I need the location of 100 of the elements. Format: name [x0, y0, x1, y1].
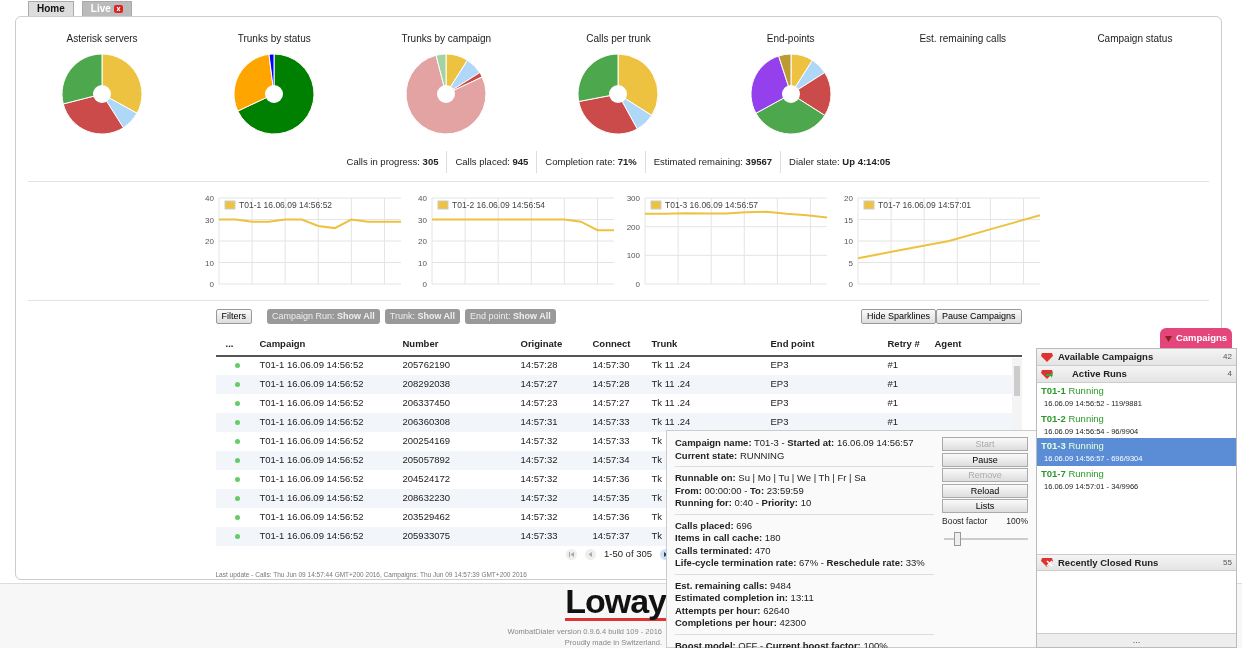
filters-button[interactable]: Filters — [215, 309, 252, 325]
section-header[interactable]: Available Campaigns 42 — [1037, 349, 1236, 366]
column-header[interactable]: Retry # — [887, 338, 920, 350]
table-cell: T01-1 16.06.09 14:56:52 — [259, 529, 364, 541]
table-cell: EP3 — [770, 396, 789, 408]
legend-label: T01-3 16.06.09 14:56:57 — [664, 200, 758, 211]
status-dot-icon — [235, 514, 240, 520]
axis-tick-label: 10 — [204, 258, 214, 268]
legend-label: T01-7 16.06.09 14:57:01 — [877, 200, 971, 211]
axis-tick-label: 0 — [209, 280, 214, 290]
stat-text: Calls in progress: 305 — [345, 155, 440, 169]
run-name: T01-2 Running — [1041, 411, 1105, 426]
column-header[interactable]: Campaign — [259, 338, 306, 350]
table-cell: 203529462 — [402, 510, 451, 522]
axis-tick-label: 20 — [843, 194, 853, 204]
campaign-action-button[interactable]: Pause — [942, 452, 1028, 467]
page-tab[interactable]: Home — [28, 1, 74, 16]
previous-page-icon[interactable] — [584, 549, 596, 560]
table-cell: 14:57:37 — [592, 529, 630, 541]
status-dot-icon — [235, 533, 240, 539]
chart-title: Calls per trunk — [586, 32, 651, 46]
chart-title: Trunks by campaign — [401, 32, 492, 46]
column-header[interactable]: ... — [225, 338, 234, 350]
count-label: 55 — [1223, 556, 1232, 569]
section-title: Active Runs — [1072, 366, 1127, 381]
axis-tick-label: 200 — [626, 222, 640, 232]
page-range: 1-50 of 305 — [603, 547, 653, 562]
table-cell: 205057892 — [402, 453, 451, 465]
table-cell: Tk — [651, 510, 663, 522]
section-header[interactable]: Active Runs 4 — [1037, 366, 1236, 383]
run-name: T01-1 Running — [1041, 384, 1105, 398]
table-cell: 14:57:34 — [592, 453, 630, 465]
section-header[interactable]: Recently Closed Runs 55 — [1037, 554, 1236, 572]
campaign-action-button[interactable]: Lists — [942, 499, 1028, 513]
run-name: T01-3 Running — [1041, 439, 1105, 453]
table-cell: Tk — [651, 472, 663, 484]
slider-thumb[interactable] — [954, 532, 962, 547]
table-cell: Tk 11 .24 — [651, 396, 691, 408]
stat-text: Completion rate: 71% — [536, 151, 645, 174]
column-header[interactable]: Trunk — [651, 338, 678, 350]
detail-text: Items in call cache: 180 — [675, 532, 782, 545]
column-header[interactable]: Connect — [592, 338, 631, 350]
table-cell: 14:57:32 — [520, 491, 558, 503]
table-cell: 14:57:32 — [520, 510, 558, 522]
table-cell: 14:57:28 — [592, 377, 630, 389]
column-header[interactable]: End point — [770, 338, 815, 350]
detail-text: Running for: 0:40 - Priority: 10 — [675, 497, 813, 510]
axis-tick-label: 10 — [417, 258, 427, 268]
chart-title: Est. remaining calls — [919, 32, 1007, 46]
detail-text: Boost model: OFF - Current boost factor: 100% — [675, 639, 889, 648]
table-cell: T01-1 16.06.09 14:56:52 — [259, 377, 364, 389]
legend-swatch — [650, 200, 661, 210]
action-button[interactable]: Hide Sparklines — [860, 309, 936, 325]
table-cell: EP3 — [770, 359, 789, 371]
axis-tick-label: 20 — [417, 237, 427, 247]
more-button[interactable]: ... — [1037, 632, 1236, 647]
table-cell: 14:57:35 — [592, 491, 630, 503]
status-dot-icon — [235, 400, 240, 406]
table-cell: 14:57:32 — [520, 472, 558, 484]
table-cell: T01-1 16.06.09 14:56:52 — [259, 415, 364, 427]
table-cell: 14:57:23 — [520, 396, 558, 408]
action-button[interactable]: Pause Campaigns — [935, 309, 1022, 325]
campaigns-tab[interactable]: Campaigns — [1160, 328, 1232, 349]
run-name: T01-7 Running — [1041, 466, 1105, 481]
table-cell: 204524172 — [402, 472, 451, 484]
status-dot-icon — [235, 438, 240, 444]
column-header[interactable]: Number — [402, 338, 439, 350]
stat-text: Dialer state: Up 4:14:05 — [780, 151, 899, 174]
axis-tick-label: 20 — [204, 237, 214, 247]
table-cell: #1 — [887, 396, 899, 408]
chart-title: Asterisk servers — [66, 32, 138, 46]
table-cell: #1 — [887, 359, 899, 371]
legend-swatch — [224, 200, 235, 210]
table-cell: T01-1 16.06.09 14:56:52 — [259, 472, 364, 484]
axis-tick-label: 300 — [626, 194, 640, 204]
status-dot-icon — [235, 495, 240, 501]
gem-icon — [1041, 352, 1053, 362]
table-cell: Tk — [651, 453, 663, 465]
axis-tick-label: 30 — [204, 215, 214, 225]
first-page-icon[interactable] — [565, 549, 577, 560]
count-label: 42 — [1223, 351, 1232, 363]
table-cell: T01-1 16.06.09 14:56:52 — [259, 510, 364, 522]
campaign-action-button[interactable]: Reload — [942, 483, 1028, 498]
section-title: Available Campaigns — [1058, 349, 1154, 364]
table-cell: 14:57:31 — [520, 415, 558, 427]
stat-text: Calls placed: 945 — [446, 151, 537, 174]
status-dot-icon — [235, 363, 240, 369]
slider-label: Boost factor — [942, 514, 988, 528]
table-cell: 14:57:36 — [592, 472, 630, 484]
table-cell: 14:57:32 — [520, 453, 558, 465]
axis-tick-label: 0 — [422, 280, 427, 290]
column-header[interactable]: Originate — [520, 338, 563, 350]
column-header[interactable]: Agent — [934, 338, 962, 350]
axis-tick-label: 15 — [843, 215, 853, 225]
chart-title: Campaign status — [1097, 32, 1173, 46]
table-cell: 208632230 — [402, 491, 451, 503]
table-cell: Tk — [651, 529, 663, 541]
table-cell: 206360308 — [402, 415, 451, 427]
gem-icon — [1041, 369, 1053, 379]
table-cell: EP3 — [770, 377, 789, 389]
